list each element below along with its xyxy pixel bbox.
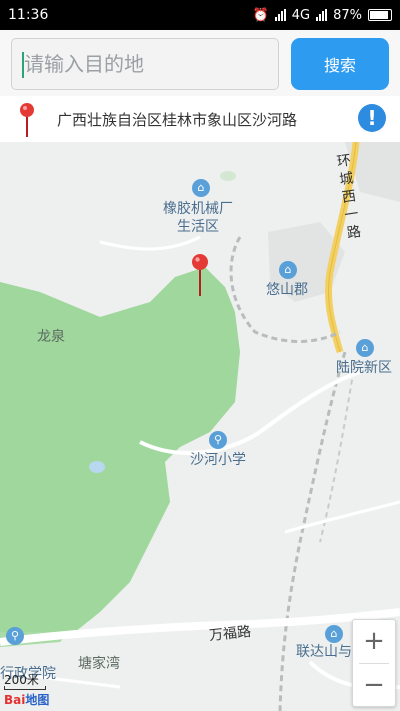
text-caret: [22, 52, 24, 78]
current-location-bar[interactable]: 广西壮族自治区桂林市象山区沙河路: [0, 96, 400, 142]
water-pond: [89, 461, 105, 473]
poi-rubber-factory-line2: 生活区: [177, 219, 219, 235]
search-button[interactable]: 搜索: [291, 38, 389, 90]
place-tangjiawan: 塘家湾: [78, 656, 120, 672]
poi-liandashan[interactable]: 联达山与: [296, 643, 352, 661]
poi-rubber-factory[interactable]: 橡胶机械厂 生活区: [163, 200, 233, 236]
destination-input[interactable]: [11, 38, 279, 90]
poi-shahe-school[interactable]: 沙河小学: [190, 451, 246, 469]
alarm-icon: ⏰: [252, 7, 269, 23]
residential-icon: ⌂: [325, 625, 343, 643]
small-green: [220, 171, 236, 181]
residential-icon: ⌂: [356, 339, 374, 357]
map-pin-icon[interactable]: [190, 252, 210, 296]
residential-icon: ⌂: [279, 261, 297, 279]
school-icon: ⚲: [6, 627, 24, 645]
map-view[interactable]: ⌂ 橡胶机械厂 生活区 ⌂ 悠山郡 龙泉 ⌂ 陆院新区 ⚲ 沙河小学 环城西一路…: [0, 142, 400, 711]
place-longquan: 龙泉: [37, 329, 65, 345]
poi-luyuan[interactable]: 陆院新区: [336, 359, 392, 377]
baidu-logo-text: Bai: [4, 693, 26, 707]
signal-icon: [274, 9, 286, 21]
current-address: 广西壮族自治区桂林市象山区沙河路: [57, 111, 298, 129]
poi-youshan[interactable]: 悠山郡: [266, 281, 308, 299]
battery-icon: [368, 9, 392, 21]
zoom-in-button[interactable]: +: [353, 620, 395, 662]
info-icon[interactable]: !: [358, 104, 386, 132]
map-scale-bar: [4, 686, 46, 690]
network-type: 4G: [291, 7, 311, 23]
search-bar: 搜索: [0, 30, 400, 96]
baidu-logo: Bai地图: [4, 691, 49, 708]
zoom-out-button[interactable]: −: [353, 664, 395, 706]
minor-road-3: [99, 235, 201, 251]
battery-percent: 87%: [333, 7, 362, 23]
residential-icon: ⌂: [192, 179, 210, 197]
school-icon: ⚲: [209, 431, 227, 449]
status-bar: 11:36 ⏰ 4G 87%: [0, 0, 400, 30]
status-icons: ⏰ 4G 87%: [253, 8, 392, 23]
minor-road-2: [284, 500, 400, 534]
poi-rubber-factory-line1: 橡胶机械厂: [163, 201, 233, 217]
status-time: 11:36: [8, 7, 49, 23]
park-area: [0, 267, 240, 632]
zoom-controls: + −: [352, 619, 396, 707]
baidu-logo-map: 地图: [25, 693, 50, 707]
location-pin-icon: [20, 103, 34, 137]
signal-icon-2: [316, 9, 328, 21]
